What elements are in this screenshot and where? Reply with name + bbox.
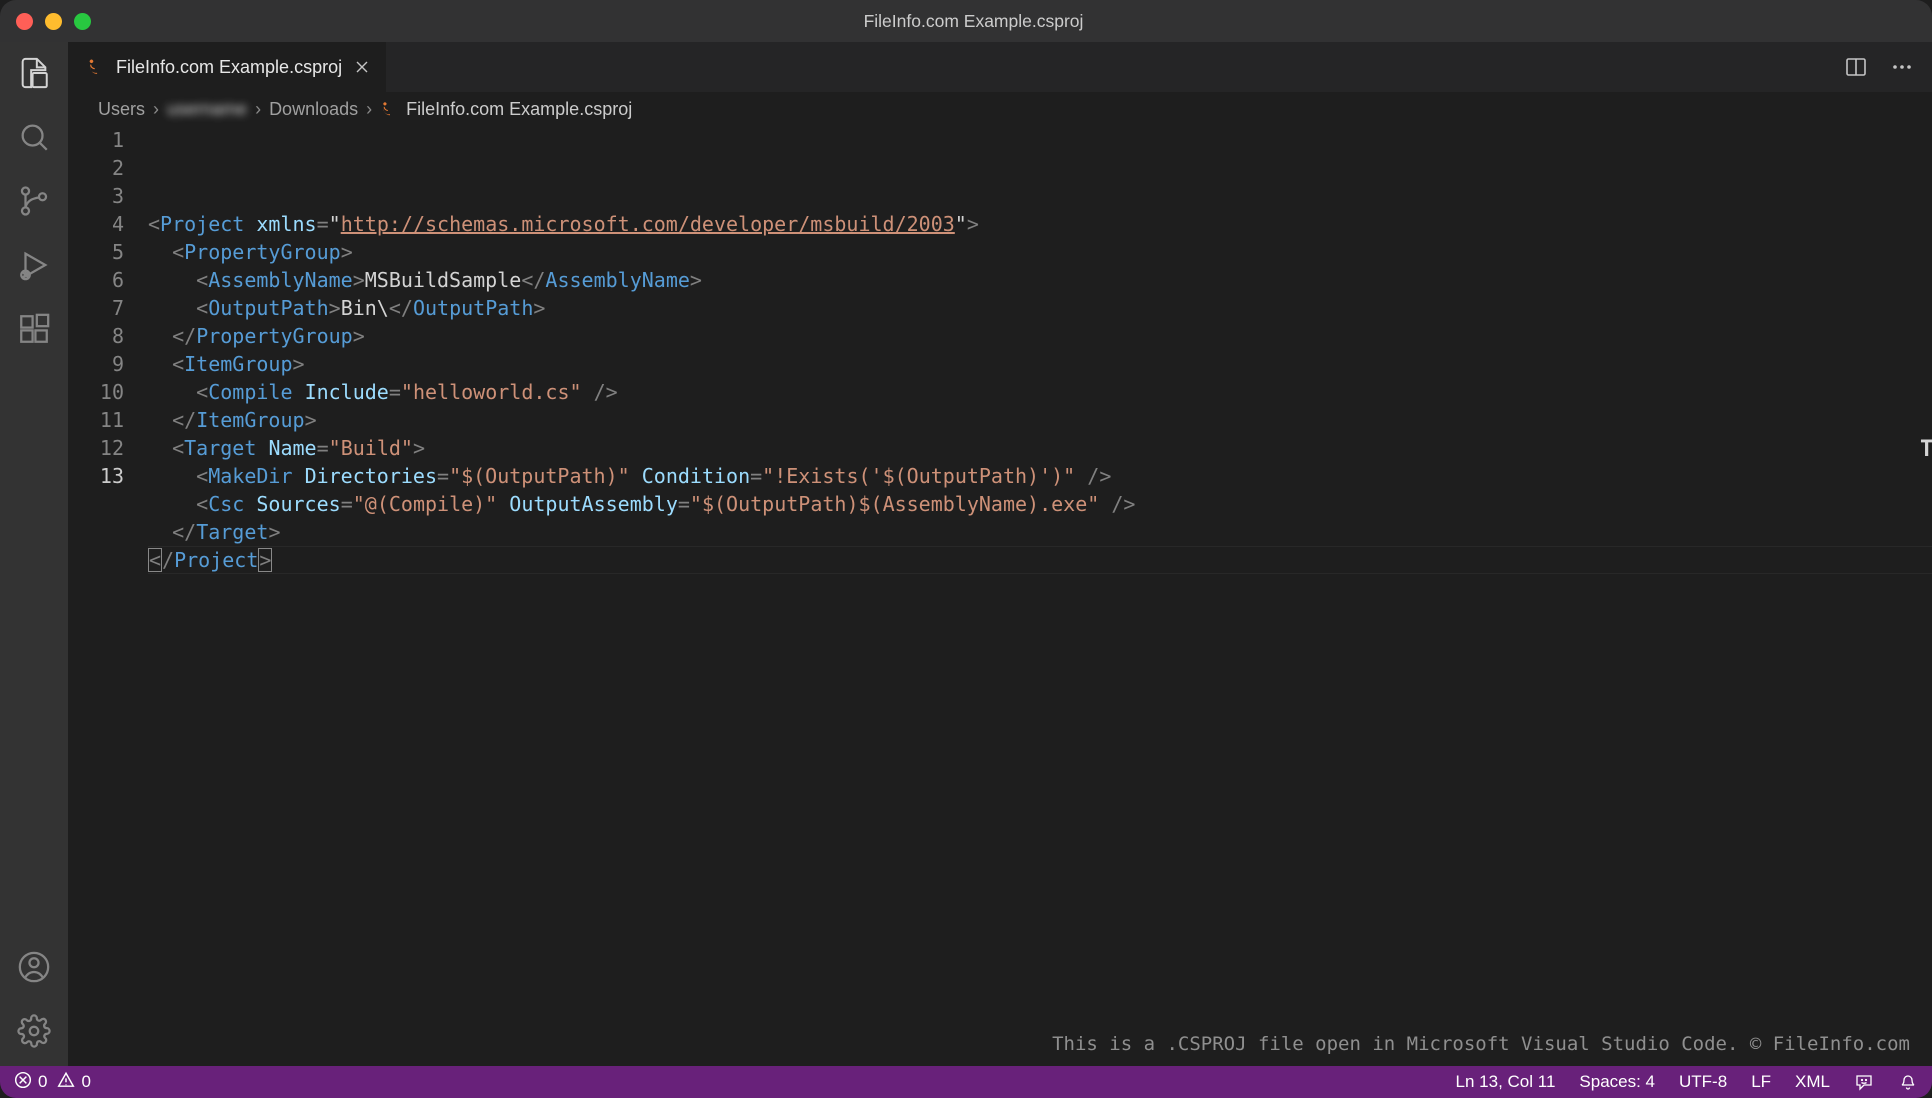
explorer-icon[interactable]: [17, 56, 51, 90]
feedback-icon[interactable]: [1854, 1072, 1874, 1092]
titlebar: FileInfo.com Example.csproj: [0, 0, 1932, 42]
warning-icon: [57, 1071, 75, 1094]
breadcrumb-item[interactable]: Users: [98, 99, 145, 120]
status-eol[interactable]: LF: [1751, 1072, 1771, 1092]
status-warnings[interactable]: 0: [57, 1071, 90, 1094]
account-icon[interactable]: [17, 950, 51, 984]
breadcrumb-item[interactable]: username: [167, 99, 247, 120]
chevron-right-icon: ›: [255, 99, 261, 120]
chevron-right-icon: ›: [153, 99, 159, 120]
chevron-right-icon: ›: [366, 99, 372, 120]
xml-file-icon: [86, 57, 106, 77]
editor-tab[interactable]: FileInfo.com Example.csproj: [68, 42, 387, 92]
editor-tabs: FileInfo.com Example.csproj: [68, 42, 1932, 92]
window-title: FileInfo.com Example.csproj: [31, 11, 1916, 32]
status-bar: 0 0 Ln 13, Col 11 Spaces: 4 UTF-8 LF XML: [0, 1066, 1932, 1098]
notifications-bell-icon[interactable]: [1898, 1072, 1918, 1092]
status-errors-count: 0: [38, 1072, 47, 1092]
code-content[interactable]: T <Project xmlns="http://schemas.microso…: [148, 126, 1932, 1066]
activity-bar: [0, 42, 68, 1066]
status-warnings-count: 0: [81, 1072, 90, 1092]
tab-close-icon[interactable]: [352, 57, 372, 77]
image-caption: This is a .CSPROJ file open in Microsoft…: [1052, 1030, 1910, 1058]
tab-label: FileInfo.com Example.csproj: [116, 57, 342, 78]
xml-file-icon: [380, 100, 398, 118]
error-icon: [14, 1071, 32, 1094]
breadcrumb-item[interactable]: FileInfo.com Example.csproj: [406, 99, 632, 120]
status-indentation[interactable]: Spaces: 4: [1579, 1072, 1655, 1092]
status-cursor-position[interactable]: Ln 13, Col 11: [1456, 1072, 1556, 1092]
status-language[interactable]: XML: [1795, 1072, 1830, 1092]
settings-gear-icon[interactable]: [17, 1014, 51, 1048]
breadcrumb-item[interactable]: Downloads: [269, 99, 358, 120]
source-control-icon[interactable]: [17, 184, 51, 218]
more-actions-icon[interactable]: [1890, 55, 1914, 79]
breadcrumbs[interactable]: Users › username › Downloads › FileInfo.…: [68, 92, 1932, 126]
line-number-gutter: 12345678910111213: [68, 126, 148, 1066]
status-errors[interactable]: 0: [14, 1071, 47, 1094]
extensions-icon[interactable]: [17, 312, 51, 346]
run-debug-icon[interactable]: [17, 248, 51, 282]
status-encoding[interactable]: UTF-8: [1679, 1072, 1727, 1092]
code-editor[interactable]: 12345678910111213 T <Project xmlns="http…: [68, 126, 1932, 1066]
search-icon[interactable]: [17, 120, 51, 154]
split-editor-icon[interactable]: [1844, 55, 1868, 79]
